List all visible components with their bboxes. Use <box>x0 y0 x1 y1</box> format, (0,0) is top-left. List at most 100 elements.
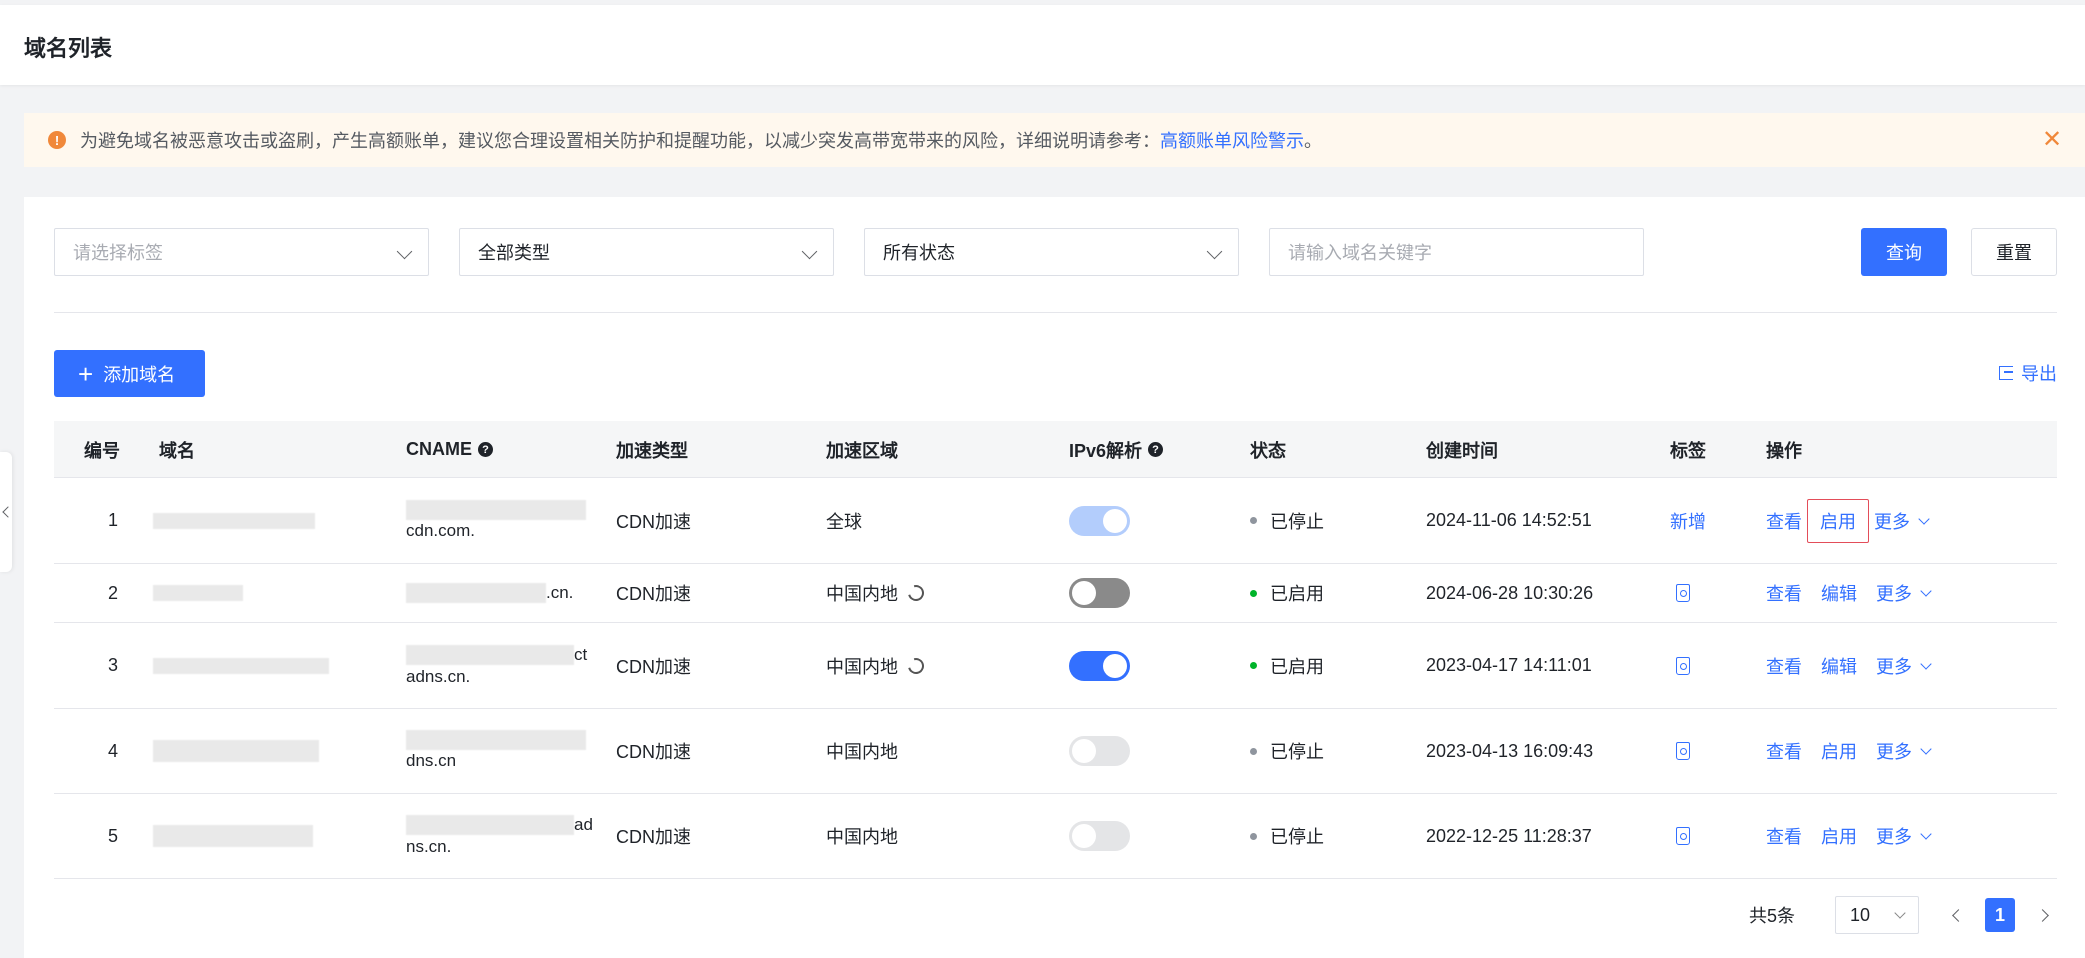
status-dot <box>1250 589 1257 597</box>
more-label: 更多 <box>1876 656 1912 677</box>
row-tag <box>1676 623 1690 708</box>
row-domain[interactable] <box>153 709 319 793</box>
tag-icon[interactable] <box>1676 827 1690 845</box>
enable-button[interactable]: 启用 <box>1821 738 1857 764</box>
divider <box>54 312 2057 313</box>
tag-icon[interactable] <box>1676 742 1690 760</box>
tag-icon[interactable] <box>1676 656 1690 675</box>
page-number-current[interactable]: 1 <box>1985 898 2015 932</box>
row-status: 已停止 <box>1250 709 1324 793</box>
more-label: 更多 <box>1876 584 1912 604</box>
domain-list-panel: 请选择标签 全部类型 所有状态 请输入域名关键字 查询 重置 + 添加域名 导出… <box>24 197 2085 958</box>
notice-link[interactable]: 高额账单风险警示 <box>1160 127 1304 153</box>
next-page-button[interactable] <box>2027 900 2057 930</box>
row-actions: 查看 编辑 更多 <box>1766 623 1932 708</box>
tag-select[interactable]: 请选择标签 <box>54 228 429 276</box>
status-select-value: 所有状态 <box>883 243 955 263</box>
domain-keyword-input[interactable]: 请输入域名关键字 <box>1269 228 1644 276</box>
row-actions: 查看 编辑 更多 <box>1766 564 1932 622</box>
row-domain[interactable] <box>153 623 329 708</box>
row-accel-type: CDN加速 <box>616 742 691 762</box>
row-tag: 新增 <box>1670 478 1706 563</box>
ipv6-toggle[interactable] <box>1069 505 1130 536</box>
view-button[interactable]: 查看 <box>1766 823 1802 849</box>
help-icon[interactable]: ? <box>1148 442 1164 457</box>
toggle-knob <box>1103 508 1127 533</box>
col-created: 创建时间 <box>1426 440 1498 461</box>
more-menu[interactable]: 更多 <box>1876 580 1932 606</box>
redacted-cname <box>406 644 574 665</box>
enable-button[interactable]: 启用 <box>1821 823 1857 849</box>
add-domain-button[interactable]: + 添加域名 <box>54 350 205 397</box>
col-actions: 操作 <box>1766 440 1802 461</box>
ipv6-toggle[interactable] <box>1069 650 1130 681</box>
row-id: 5 <box>108 825 119 846</box>
col-ipv6-label: IPv6解析 <box>1069 440 1143 461</box>
row-domain[interactable] <box>153 564 243 622</box>
export-label: 导出 <box>2021 364 2057 384</box>
view-button[interactable]: 查看 <box>1766 580 1802 606</box>
col-status: 状态 <box>1250 440 1286 461</box>
chevron-down-icon <box>801 243 818 260</box>
col-domain: 域名 <box>159 440 195 461</box>
add-tag-link[interactable]: 新增 <box>1670 508 1706 534</box>
row-ipv6 <box>1069 478 1130 563</box>
ipv6-toggle[interactable] <box>1069 821 1130 851</box>
page-size-select[interactable]: 10 <box>1835 896 1919 934</box>
status-text: 已停止 <box>1270 511 1324 532</box>
tag-select-placeholder: 请选择标签 <box>73 243 163 263</box>
status-dot <box>1250 662 1257 669</box>
toggle-knob <box>1103 653 1127 678</box>
table-header: 编号 域名 CNAME ? 加速类型 加速区域 IPv6解析 ? 状态 创建时间… <box>54 421 2057 478</box>
status-dot <box>1250 517 1257 524</box>
type-select-value: 全部类型 <box>478 243 550 263</box>
more-menu[interactable]: 更多 <box>1874 508 1930 534</box>
col-id: 编号 <box>84 440 120 461</box>
reset-button[interactable]: 重置 <box>1971 228 2057 276</box>
row-accel-region: 中国内地 <box>826 564 927 622</box>
table-row: 4 dns.cn CDN加速 中国内地 已停止 2023-04-13 16:09… <box>54 709 2057 794</box>
edit-button[interactable]: 编辑 <box>1821 653 1857 679</box>
cname-suffix-line2: ns.cn. <box>406 837 452 856</box>
cname-suffix: ad <box>574 815 593 834</box>
col-cname-label: CNAME <box>406 439 472 459</box>
row-accel-region: 中国内地 <box>826 827 898 847</box>
sidebar-collapse-handle[interactable] <box>0 452 14 572</box>
redacted-domain <box>153 657 329 674</box>
row-created: 2023-04-13 16:09:43 <box>1426 740 1594 761</box>
notice-text: 为避免域名被恶意攻击或盗刷，产生高额账单，建议您合理设置相关防护和提醒功能，以减… <box>80 131 1160 151</box>
close-icon[interactable]: ✕ <box>2039 127 2065 153</box>
add-domain-label: 添加域名 <box>103 364 176 385</box>
export-button[interactable]: 导出 <box>1999 360 2057 386</box>
row-id: 1 <box>108 510 119 530</box>
export-icon <box>1999 366 2013 380</box>
ipv6-toggle[interactable] <box>1069 578 1130 608</box>
view-button[interactable]: 查看 <box>1766 738 1802 764</box>
row-created: 2024-11-06 14:52:51 <box>1426 510 1592 530</box>
row-domain[interactable] <box>153 478 315 563</box>
query-button[interactable]: 查询 <box>1861 228 1947 276</box>
prev-page-button[interactable] <box>1943 900 1973 930</box>
status-select[interactable]: 所有状态 <box>864 228 1239 276</box>
view-button[interactable]: 查看 <box>1766 508 1802 534</box>
row-domain[interactable] <box>153 794 313 878</box>
cname-suffix: cdn.com. <box>406 520 475 540</box>
ipv6-toggle[interactable] <box>1069 736 1130 766</box>
more-menu[interactable]: 更多 <box>1876 823 1932 849</box>
help-icon[interactable]: ? <box>478 442 493 457</box>
tag-icon[interactable] <box>1676 584 1690 602</box>
pagination: 共5条 10 1 <box>1749 896 2057 934</box>
edit-button[interactable]: 编辑 <box>1821 580 1857 606</box>
row-cname: cdn.com. <box>406 478 586 563</box>
more-menu[interactable]: 更多 <box>1876 738 1932 764</box>
status-dot <box>1250 832 1257 840</box>
row-accel-region: 中国内地 <box>826 623 927 708</box>
more-menu[interactable]: 更多 <box>1876 653 1932 679</box>
type-select[interactable]: 全部类型 <box>459 228 834 276</box>
page-header: 域名列表 <box>0 5 2085 85</box>
cname-suffix-line2: adns.cn. <box>406 666 471 686</box>
table-row: 1 cdn.com. CDN加速 全球 已停止 2024-11-06 14:52… <box>54 478 2057 564</box>
view-button[interactable]: 查看 <box>1766 653 1802 679</box>
row-ipv6 <box>1069 709 1130 793</box>
enable-button[interactable]: 启用 <box>1807 498 1869 543</box>
